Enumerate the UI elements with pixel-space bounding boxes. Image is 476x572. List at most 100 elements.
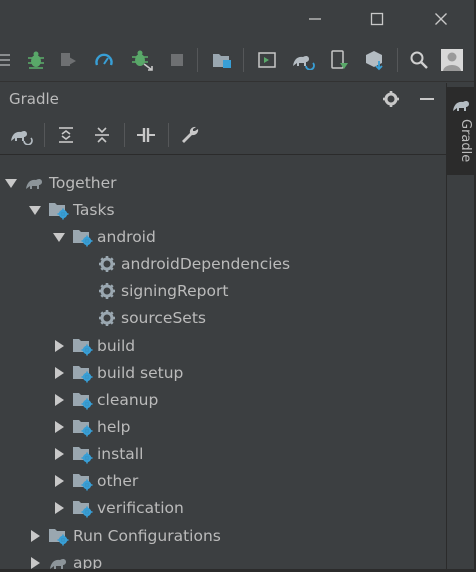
build-script-settings-button[interactable] [176,121,204,149]
tree-node[interactable]: build setup [52,360,183,386]
tree-node-label: Run Configurations [73,527,221,545]
tree-node[interactable]: Tasks [28,197,115,223]
panel-toolbar-separator [124,123,125,147]
attach-debugger-button[interactable] [54,46,82,74]
gradle-task-tree: Together Tasks android androidDependencies s… [0,156,446,572]
tree-node-label: help [97,418,131,436]
tree-node[interactable]: cleanup [52,387,158,413]
maximize-window-button[interactable] [354,0,400,38]
expand-all-icon [59,127,73,143]
terminal-button[interactable] [253,46,281,74]
gradle-tool-tab[interactable]: Gradle [447,87,476,175]
search-button[interactable] [405,46,433,74]
tree-node-label: cleanup [97,391,159,409]
collapse-all-icon [95,127,109,143]
profile-button[interactable] [90,46,118,74]
collapsed-arrow-icon[interactable] [28,523,42,549]
collapse-all-button[interactable] [88,121,116,149]
avatar-icon [441,49,463,71]
toolbar-separator [197,48,198,72]
bug-icon [28,51,44,69]
device-manager-button[interactable] [325,46,353,74]
panel-hide-button[interactable] [415,87,439,111]
collapsed-arrow-icon[interactable] [52,387,66,413]
collapsed-arrow-icon[interactable] [52,468,66,494]
expand-all-button[interactable] [52,121,80,149]
expanded-arrow-icon[interactable] [52,224,66,250]
right-tool-strip: Gradle [446,83,476,572]
gradle-tool-tab-label: Gradle [458,119,473,163]
tree-node[interactable]: signingReport [76,278,228,304]
gradle-sync-icon [293,55,315,70]
elephant-icon [24,170,46,196]
gear-icon [96,305,118,331]
tree-node[interactable]: Together [4,170,117,196]
tree-node-label: Tasks [73,201,115,219]
tree-node-label: signingReport [121,282,229,300]
expanded-arrow-icon[interactable] [28,197,42,223]
tree-node-label: Together [49,174,117,192]
project-structure-button[interactable] [208,46,236,74]
sdk-manager-icon [366,51,383,71]
close-icon [435,13,447,25]
task-folder-icon [48,523,70,549]
tree-node[interactable]: androidDependencies [76,251,290,277]
task-folder-icon [72,495,94,521]
attach-icon [61,53,76,66]
toggle-offline-mode-button[interactable] [132,121,160,149]
reload-gradle-button[interactable] [7,121,35,149]
debug-button[interactable] [22,46,50,74]
tree-node[interactable]: android [52,224,156,250]
gear-icon [383,91,399,107]
tree-node-label: install [97,445,144,463]
panel-settings-button[interactable] [379,87,403,111]
panel-title: Gradle [9,90,59,108]
toolbar-item-clipped[interactable] [0,46,20,74]
stop-button[interactable] [163,46,191,74]
gauge-icon [95,53,113,66]
tree-node[interactable]: install [52,441,143,467]
wrench-icon [182,126,199,143]
sdk-manager-button[interactable] [361,46,389,74]
tree-node[interactable]: verification [52,495,184,521]
task-folder-icon [72,360,94,386]
tree-node-label: other [97,472,139,490]
collapsed-arrow-icon[interactable] [52,333,66,359]
task-folder-icon [72,414,94,440]
toolbar-separator [397,48,398,72]
tree-node-label: build [97,337,136,355]
task-folder-icon [72,441,94,467]
collapsed-arrow-icon[interactable] [52,360,66,386]
terminal-icon [258,52,276,68]
account-button[interactable] [438,46,466,74]
project-structure-icon [213,54,231,68]
task-folder-icon [72,468,94,494]
close-window-button[interactable] [418,0,464,38]
sync-gradle-button[interactable] [289,46,317,74]
maximize-icon [370,12,384,26]
collapsed-arrow-icon[interactable] [52,441,66,467]
tree-node[interactable]: build [52,333,135,359]
tree-node[interactable]: Run Configurations [28,523,221,549]
tree-node[interactable]: sourceSets [76,305,206,331]
tree-node-label: sourceSets [121,309,207,327]
collapsed-arrow-icon[interactable] [52,495,66,521]
device-manager-icon [331,50,348,69]
tree-node[interactable]: help [52,414,131,440]
minimize-window-button[interactable] [292,0,338,38]
offline-icon [137,128,155,142]
task-folder-icon [48,197,70,223]
apply-changes-button[interactable] [128,46,156,74]
stop-icon [171,54,183,66]
collapsed-arrow-icon[interactable] [52,414,66,440]
bug-arrow-icon [132,50,153,71]
toolbar-separator [243,48,244,72]
tree-node[interactable]: other [52,468,138,494]
panel-header: Gradle [0,83,446,115]
elephant-icon [453,100,469,111]
expanded-arrow-icon[interactable] [4,170,18,196]
tree-node-label: android [97,228,156,246]
tree-node-label: androidDependencies [121,255,291,273]
